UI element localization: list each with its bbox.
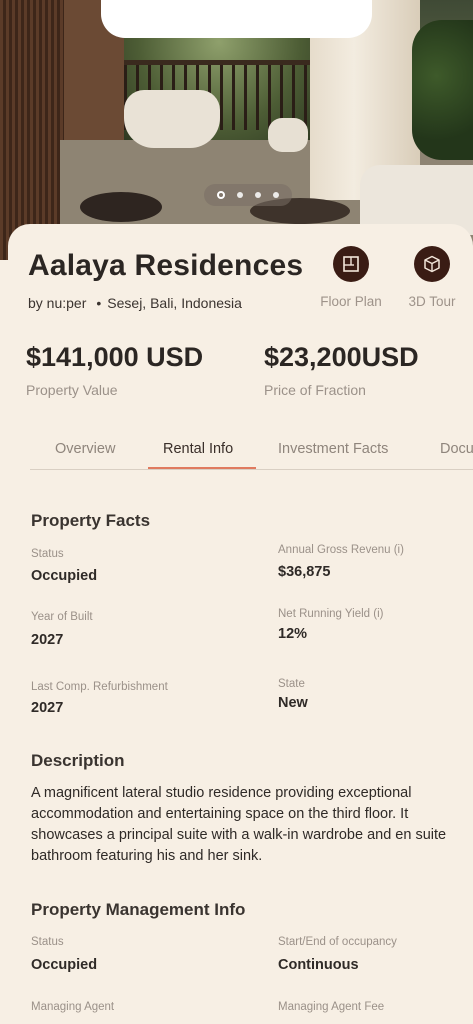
occupancy-label: Start/End of occupancy	[278, 936, 397, 948]
byline-separator: •	[96, 295, 102, 311]
3d-tour-label: 3D Tour	[408, 294, 456, 309]
property-details-card: Aalaya Residences by nu:per • Sesej, Bali,…	[8, 224, 473, 1024]
property-title: Aalaya Residences	[28, 249, 304, 282]
fraction-price-amount: $23,200USD	[264, 342, 419, 372]
managing-agent-label: Managing Agent	[31, 1001, 115, 1013]
fraction-price-label: Price of Fraction	[264, 382, 366, 398]
property-hero-image[interactable]	[0, 0, 473, 260]
property-facts-heading: Property Facts	[31, 511, 151, 530]
3d-tour-button[interactable]: 3D Tour	[392, 246, 472, 309]
active-tab-indicator	[148, 467, 256, 469]
management-heading: Property Management Info	[31, 900, 246, 919]
phone-screen: Aalaya Residences by nu:per • Sesej, Bali,…	[0, 0, 473, 1024]
carousel-dot[interactable]	[273, 192, 279, 198]
device-notch	[101, 0, 372, 38]
occupancy-value: Continuous	[278, 957, 359, 973]
managing-agent-fee-label: Managing Agent Fee	[278, 1001, 385, 1013]
net-yield-label[interactable]: Net Running Yield (i)	[278, 608, 383, 620]
description-heading: Description	[31, 751, 125, 770]
tab-rental-info[interactable]: Rental Info	[163, 441, 233, 457]
property-value-amount: $141,000 USD	[26, 342, 204, 372]
carousel-indicator[interactable]	[204, 184, 292, 206]
property-byline: by nu:per • Sesej, Bali, Indonesia	[28, 295, 242, 311]
property-value-label: Property Value	[26, 382, 118, 398]
floor-plan-button[interactable]: Floor Plan	[311, 246, 391, 309]
management-status-label: Status	[31, 936, 64, 948]
refurbishment-value: 2027	[31, 700, 64, 716]
cube-icon	[424, 255, 440, 273]
status-label: Status	[31, 548, 64, 560]
floor-plan-label: Floor Plan	[320, 294, 382, 309]
tab-investment-facts[interactable]: Investment Facts	[278, 441, 388, 457]
refurbishment-label: Last Comp. Refurbishment	[31, 681, 168, 693]
net-yield-value: 12%	[278, 626, 308, 642]
tab-overview[interactable]: Overview	[55, 441, 115, 457]
annual-revenue-value: $36,875	[278, 564, 331, 580]
detail-tabs: Overview Rental Info Investment Facts Do…	[30, 432, 473, 470]
year-built-value: 2027	[31, 632, 64, 648]
description-text: A magnificent lateral studio residence p…	[31, 785, 447, 864]
annual-revenue-label[interactable]: Annual Gross Revenu (i)	[278, 544, 404, 556]
year-built-label: Year of Built	[31, 611, 93, 623]
developer-name: by nu:per	[28, 295, 87, 311]
floor-plan-icon	[343, 256, 359, 272]
tab-documents[interactable]: Documents	[440, 441, 473, 457]
carousel-dot[interactable]	[255, 192, 261, 198]
status-value: Occupied	[31, 568, 98, 584]
property-location: Sesej, Bali, Indonesia	[107, 295, 242, 311]
carousel-dot-active[interactable]	[217, 191, 225, 199]
carousel-dot[interactable]	[237, 192, 243, 198]
state-label: State	[278, 678, 305, 690]
management-status-value: Occupied	[31, 957, 98, 973]
state-value: New	[278, 695, 308, 711]
